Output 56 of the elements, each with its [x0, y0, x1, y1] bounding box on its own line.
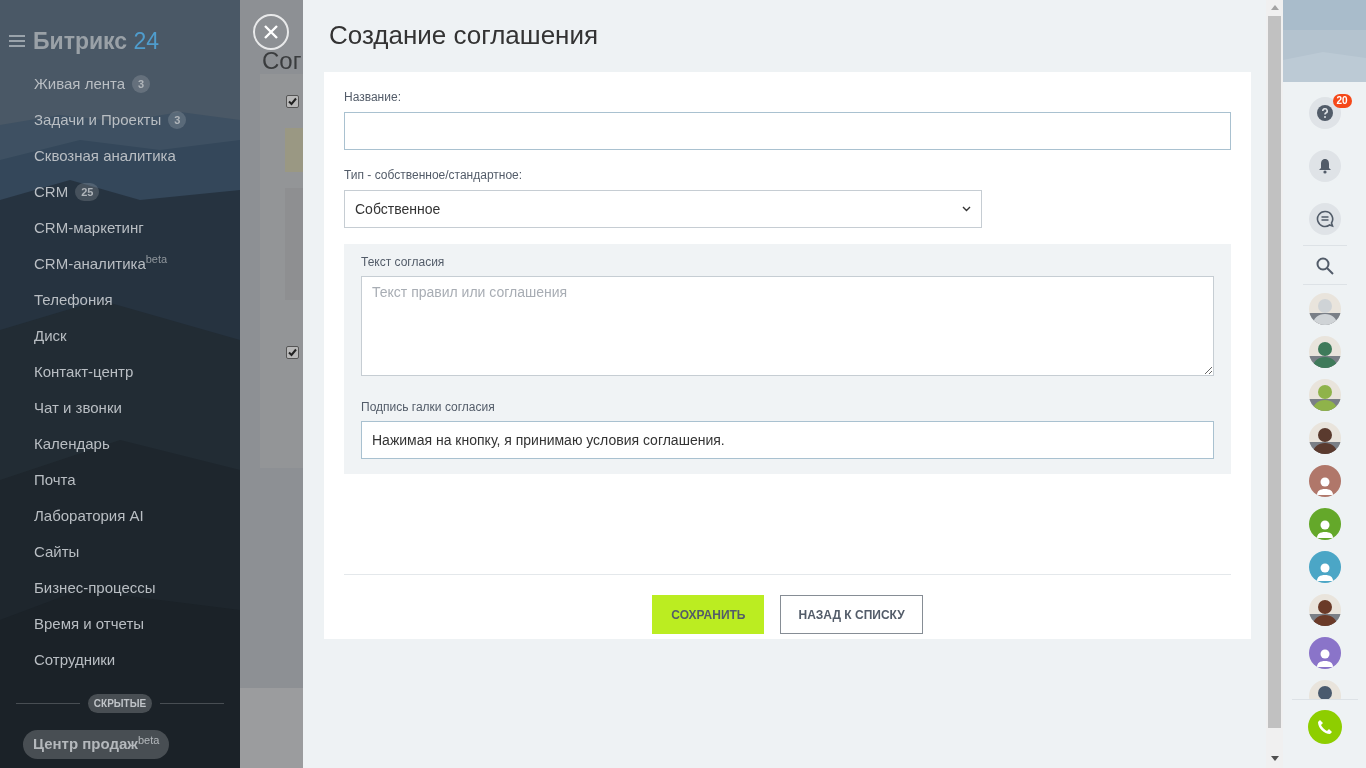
user-avatar[interactable] — [1308, 637, 1341, 669]
type-select[interactable]: Собственное — [344, 190, 982, 228]
sidebar-item[interactable]: Сквозная аналитика — [34, 144, 176, 168]
sidebar-item[interactable]: CRM-маркетинг — [34, 216, 144, 240]
checkbox-caption-field[interactable]: Нажимая на кнопку, я принимаю условия соглашения. — [361, 421, 1214, 459]
sidebar-item[interactable]: Бизнес-процессы — [34, 576, 156, 600]
sidebar-item[interactable]: Время и отчеты — [34, 612, 145, 636]
sidebar-item[interactable]: CRM-аналитика$^{beta}$ — [34, 252, 168, 276]
chat-button[interactable] — [1308, 203, 1341, 235]
bell-icon — [1317, 158, 1332, 174]
sidebar-item[interactable]: Живая лента — [34, 72, 126, 96]
sidebar-item[interactable]: Календарь — [34, 432, 110, 456]
sidebar-item[interactable]: CRM — [34, 180, 69, 204]
highlight-bar — [285, 128, 303, 172]
name-field[interactable] — [344, 112, 1231, 150]
sidebar-item[interactable]: Почта — [34, 468, 76, 492]
agreement-text-field[interactable]: Текст правил или соглашения — [361, 276, 1214, 376]
menu-icon[interactable] — [9, 34, 25, 48]
help-icon — [1316, 105, 1333, 121]
notification-counter: 20 — [1332, 94, 1352, 108]
notifications-button[interactable] — [1308, 150, 1341, 182]
counter-badge: 3 — [132, 75, 151, 93]
close-button[interactable] — [253, 14, 289, 50]
logo: Битрикс 24 — [33, 26, 160, 56]
user-avatar[interactable] — [1308, 508, 1341, 540]
counter-badge: 25 — [75, 183, 100, 201]
back-button[interactable]: НАЗАД К СПИСКУ — [780, 595, 923, 634]
scrollbar[interactable] — [1266, 0, 1283, 768]
sidebar-item[interactable]: Сайты — [34, 540, 80, 564]
chevron-down-icon — [962, 206, 971, 212]
scroll-up-icon[interactable] — [1270, 5, 1279, 10]
chat-list-icon — [1315, 210, 1334, 228]
close-icon — [264, 25, 278, 39]
sidebar-item[interactable]: Лаборатория AI — [34, 504, 144, 528]
field-label: Подпись галки согласия — [361, 399, 496, 416]
search-icon[interactable] — [1315, 257, 1334, 275]
section-label: СКРЫТЫЕ — [87, 694, 153, 713]
phone-icon — [1316, 719, 1333, 735]
checkbox[interactable] — [286, 95, 299, 108]
sidebar-item[interactable]: Чат и звонки — [34, 396, 122, 420]
field-label: Текст согласия — [361, 254, 446, 271]
sidebar-item[interactable]: Контакт-центр — [34, 360, 134, 384]
sidebar-item[interactable]: Сотрудники — [34, 648, 116, 672]
counter-badge: 3 — [168, 111, 187, 129]
user-avatar[interactable] — [1308, 465, 1341, 497]
slider-title: Создание соглашения — [329, 19, 600, 52]
sidebar-item[interactable]: Задачи и Проекты — [34, 108, 162, 132]
sidebar-item[interactable]: Диск — [34, 324, 67, 348]
field-label: Тип - собственное/стандартное: — [344, 167, 524, 184]
page-title: Сог — [262, 49, 302, 73]
sidebar-item[interactable]: Телефония — [34, 288, 113, 312]
field-label: Название: — [344, 89, 402, 106]
user-avatar[interactable] — [1308, 551, 1341, 583]
scroll-down-icon[interactable] — [1270, 756, 1279, 761]
checkbox[interactable] — [286, 346, 299, 359]
save-button[interactable]: СОХРАНИТЬ — [652, 595, 765, 634]
